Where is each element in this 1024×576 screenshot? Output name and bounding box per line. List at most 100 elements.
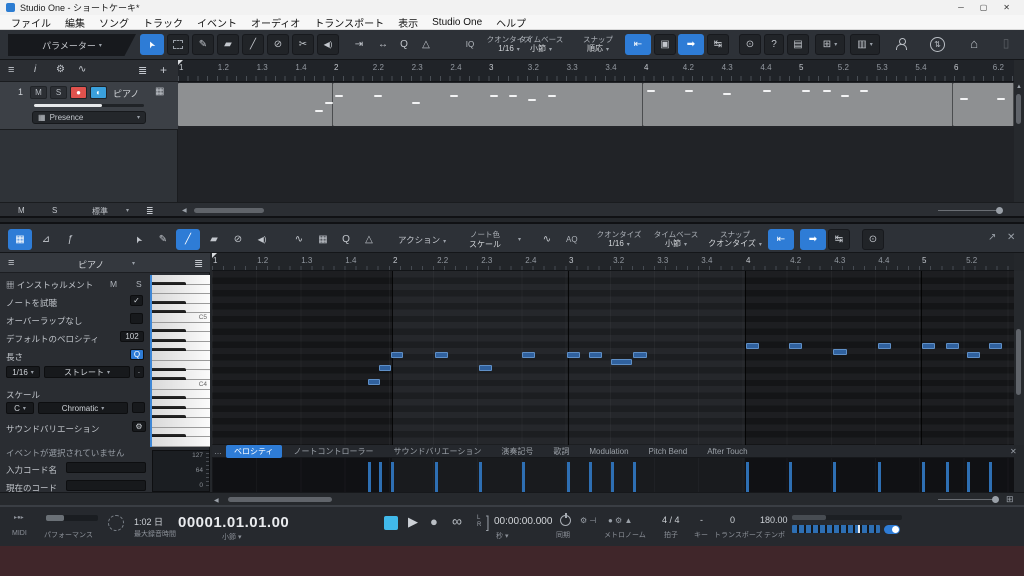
menu-item[interactable]: トランスポート [307,15,391,30]
lane-overflow-icon[interactable]: … [214,447,222,456]
arrange-hscroll-thumb[interactable] [194,208,264,213]
midi-clip[interactable] [178,83,333,126]
automation-icon[interactable]: ∿ [78,64,86,75]
editor-follow-toggle[interactable]: ➡ [800,229,826,250]
chevron-down-icon[interactable]: ▾ [518,236,521,243]
editor-zoom-slider[interactable] [938,499,996,500]
track-volume-slider[interactable] [34,104,144,107]
midi-note[interactable] [746,343,759,349]
midi-note[interactable] [379,365,391,371]
preroll-icons[interactable]: ⚙ ⊣ [580,516,596,525]
metronome-button[interactable]: △ [415,34,437,55]
auto-quantize-label[interactable]: AQ [566,235,578,244]
loop-button[interactable]: ∞ [452,513,462,529]
range-tool-button[interactable] [167,34,189,55]
tempo-value[interactable]: 180.00 [760,515,788,525]
transpose-value[interactable]: 0 [730,515,735,525]
tempo-tap-meter[interactable] [792,525,880,533]
velocity-bar[interactable] [567,462,570,492]
play-button[interactable]: ▶ [408,514,418,530]
menu-item[interactable]: 表示 [391,15,425,30]
close-editor-icon[interactable]: ✕ [1007,232,1015,243]
hamburger-icon[interactable]: ≡ [8,64,14,76]
toggle-switch[interactable] [884,525,900,534]
wrench-icon[interactable]: ⚙ [56,64,65,75]
no-overlap-checkbox[interactable] [130,313,143,324]
editor-mute-tool[interactable]: ⊘ [227,229,249,250]
editor-paint-tool[interactable]: ╱ [176,229,200,250]
velocity-bar[interactable] [746,462,749,492]
track-list-icon[interactable]: ≣ [194,257,203,270]
lane-tab-item[interactable]: サウンドバリエーション [386,445,490,458]
autoscroll-button[interactable]: ⇥ [348,34,370,55]
score-view-button[interactable]: ƒ [59,229,81,250]
editor-target-button[interactable]: ⊙ [862,229,884,250]
track-list-icon[interactable]: ≣ [138,64,147,77]
mixer-view-button[interactable]: ▥▾ [850,34,880,55]
stop-button[interactable] [384,516,398,530]
editor-mute-button[interactable]: M [110,279,117,289]
midi-note[interactable] [479,365,492,371]
velocity-bar[interactable] [789,462,792,492]
midi-note[interactable] [922,343,935,349]
scale-snap-checkbox[interactable] [132,402,145,413]
piano-view-button[interactable]: ▦ [8,229,32,250]
mute-tool-button[interactable]: ⊘ [267,34,289,55]
track-record-arm-button[interactable]: ● [70,86,87,99]
midi-note[interactable] [522,352,535,358]
add-track-icon[interactable]: + [160,63,167,77]
track-header-piano[interactable]: 1 M S ● ◐ ピアノ ▦ ▦ Presence ▾ [0,82,178,130]
maximize-button[interactable]: ▢ [980,3,988,12]
midi-note[interactable] [391,352,403,358]
pencil-tool-button[interactable]: ✎ [192,34,214,55]
help-button[interactable]: ? [764,34,784,55]
editor-vscrollbar[interactable] [1014,271,1024,445]
menu-item[interactable]: トラック [136,15,190,30]
menu-item[interactable]: イベント [190,15,244,30]
lane-tab-item[interactable]: Pitch Bend [641,446,696,457]
key-value[interactable]: - [700,515,703,525]
instrument-selector[interactable]: ▦ Presence ▾ [32,111,146,124]
lane-tab-item[interactable]: ノートコントローラー [286,445,382,458]
midi-note[interactable] [633,352,647,358]
editor-snap-toggle[interactable]: ⇤ [768,229,794,250]
playhead-flag[interactable] [212,253,217,258]
time-unit[interactable]: 小節 ▾ [222,532,241,542]
arrange-timeline-ruler[interactable]: 11.21.31.422.22.32.433.23.33.444.24.34.4… [178,60,1014,82]
page-button[interactable]: ▯ [999,36,1013,50]
velocity-bar[interactable] [479,462,482,492]
snap-to-bar-toggle[interactable]: ⇤ [625,34,651,55]
lane-tab-item[interactable]: Modulation [581,446,636,457]
midi-clip[interactable] [333,83,643,126]
scroll-left-icon[interactable]: ◀ [214,497,219,504]
action-menu[interactable]: アクション▾ [398,234,446,246]
arrange-track-lane[interactable] [178,82,1014,128]
editor-listen-tool[interactable]: ◀) [251,229,273,250]
time-signature-value[interactable]: 4 / 4 [662,515,680,525]
editor-timeline-ruler[interactable]: 11.21.31.422.22.32.433.23.33.444.24.34.4… [212,253,1014,271]
arrange-empty-area[interactable] [178,128,1014,202]
menu-item[interactable]: オーディオ [244,15,307,30]
playhead-flag[interactable] [178,60,183,65]
velocity-bar[interactable] [922,462,925,492]
audition-checkbox[interactable]: ✓ [130,295,143,306]
close-button[interactable]: ✕ [1003,3,1010,12]
velocity-bar[interactable] [611,462,614,492]
chevron-down-icon[interactable]: ▾ [126,207,129,214]
grid-settings-icon[interactable]: ⊞ [1006,494,1014,505]
track-height-mode[interactable]: 標準 [92,206,108,217]
piano-key-white[interactable] [152,437,210,447]
velocity-bar[interactable] [633,462,636,492]
grid-view-button[interactable]: ⊞▾ [815,34,845,55]
piano-key-white[interactable]: C5 [152,313,210,323]
editor-snap-control[interactable]: スナップクオンタイズ▾ [706,228,764,252]
minimize-button[interactable]: ─ [958,3,964,12]
editor-zoom-knob[interactable] [992,496,999,503]
drum-view-button[interactable]: ⊿ [35,229,57,250]
piano-key-white[interactable] [152,351,210,361]
midi-note[interactable] [878,343,891,349]
macro-target-button[interactable]: ⊙ [739,34,761,55]
lane-tab-item[interactable]: 演奏記号 [493,445,541,458]
midi-note[interactable] [989,343,1002,349]
velocity-bar[interactable] [379,462,382,492]
